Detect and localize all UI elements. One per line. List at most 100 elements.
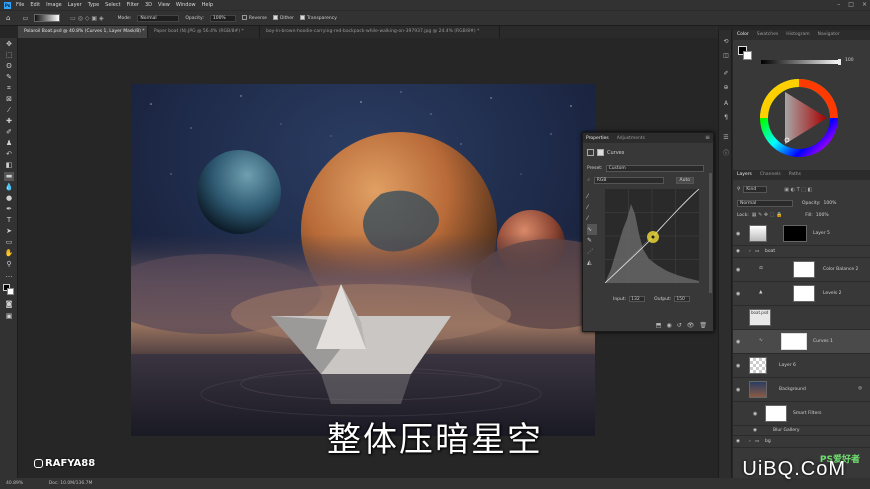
visibility-icon[interactable]: 👁 [687, 322, 695, 329]
gradient-tool-icon[interactable]: ▭ [22, 15, 28, 22]
filter-type-icons[interactable]: ▣ ◐ T ⬚ ◧ [784, 187, 812, 193]
menu-image[interactable]: Image [46, 2, 62, 8]
close-icon[interactable]: × [862, 1, 867, 8]
gradient-tool-icon[interactable]: ▬ [4, 172, 14, 181]
delete-icon[interactable]: 🗑 [699, 322, 707, 329]
menu-select[interactable]: Select [105, 2, 120, 8]
visibility-eye-icon[interactable]: ◉ [736, 339, 740, 345]
dither-checkbox[interactable]: Dither [272, 15, 294, 21]
character-icon[interactable]: A [722, 100, 730, 108]
visibility-eye-icon[interactable]: ◉ [736, 291, 740, 297]
layer-mask-thumbnail[interactable] [783, 225, 807, 242]
crop-tool-icon[interactable]: ⌗ [4, 84, 14, 93]
mode-select[interactable]: Normal [137, 14, 180, 22]
output-field[interactable]: 150 [674, 296, 691, 302]
visibility-eye-icon[interactable]: ◉ [736, 231, 740, 237]
path-select-tool-icon[interactable]: ➤ [4, 227, 14, 236]
layer-row-curves-1[interactable]: ◉ ∿ Curves 1 [733, 330, 870, 354]
blend-mode-select[interactable]: Normal [737, 200, 793, 207]
brush-tool-icon[interactable]: ✐ [4, 128, 14, 137]
eraser-tool-icon[interactable]: ◧ [4, 161, 14, 170]
group-expand-icon[interactable]: › [749, 246, 751, 258]
tab-boy-hoodie[interactable]: boy-in-brown-hoodie-carrying-red-backpac… [260, 26, 500, 38]
menu-filter[interactable]: Filter [127, 2, 139, 8]
healing-tool-icon[interactable]: ✚ [4, 117, 14, 126]
move-tool-icon[interactable]: ✥ [4, 40, 14, 49]
layer-mask-thumbnail[interactable] [793, 261, 815, 278]
layer-row-color-balance-2[interactable]: ◉ ⚖ Color Balance 2 [733, 258, 870, 282]
hand-tool-icon[interactable]: ✋ [4, 249, 14, 258]
panel-scrollbar[interactable] [709, 173, 712, 293]
tab-histogram[interactable]: Histogram [786, 30, 809, 40]
layer-opacity-input[interactable]: 100% [824, 201, 837, 206]
tab-paths[interactable]: Paths [789, 170, 801, 180]
lock-icons[interactable]: ▦ ✎ ✥ ⬚ 🔒 [752, 212, 782, 218]
reverse-checkbox[interactable]: Reverse [241, 15, 267, 21]
auto-button[interactable]: Auto [675, 177, 694, 184]
layer-row-boat-psd[interactable]: boat.psd [733, 306, 870, 330]
clip-to-layer-icon[interactable]: ⬒ [656, 322, 662, 329]
white-point-eyedropper-icon[interactable]: ⁄ [587, 213, 597, 224]
history-icon[interactable]: ⟲ [722, 38, 730, 46]
layer-group-boat[interactable]: ◉ › ▭ boat [733, 246, 870, 258]
color-wheel[interactable] [759, 78, 839, 158]
curves-graph[interactable] [605, 189, 699, 283]
maximize-icon[interactable]: □ [848, 1, 854, 8]
tab-polaroil-boat[interactable]: Polaroil Boat.psd @ 40.8% (Curves 1, Lay… [18, 26, 148, 38]
menu-window[interactable]: Window [176, 2, 196, 8]
dodge-tool-icon[interactable]: ● [4, 194, 14, 203]
marquee-tool-icon[interactable]: ⬚ [4, 51, 14, 60]
preset-select[interactable]: Custom [605, 165, 704, 172]
tab-channels[interactable]: Channels [760, 170, 781, 180]
stamp-tool-icon[interactable]: ♟ [4, 139, 14, 148]
layer-row-layer-6[interactable]: ◉ Layer 6 [733, 354, 870, 378]
brush-settings-icon[interactable]: ✐ [722, 70, 730, 78]
menu-file[interactable]: File [16, 2, 24, 8]
lasso-tool-icon[interactable]: ʘ [4, 62, 14, 71]
black-point-eyedropper-icon[interactable]: ⁄ [587, 191, 597, 202]
pencil-curve-icon[interactable]: ✎ [587, 235, 597, 246]
clone-source-icon[interactable]: ⊕ [722, 84, 730, 92]
menu-layer[interactable]: Layer [68, 2, 82, 8]
menu-3d[interactable]: 3D [145, 2, 152, 8]
view-previous-icon[interactable]: ◉ [666, 322, 671, 329]
brightness-slider-handle[interactable] [838, 59, 841, 65]
frame-tool-icon[interactable]: ⊠ [4, 95, 14, 104]
zoom-tool-icon[interactable]: ⚲ [4, 260, 14, 269]
quick-mask-icon[interactable]: ◙ [4, 300, 14, 309]
fill-input[interactable]: 100% [816, 213, 829, 218]
quick-select-tool-icon[interactable]: ✎ [4, 73, 14, 82]
pen-tool-icon[interactable]: ✒ [4, 205, 14, 214]
kind-select[interactable]: Kind [743, 186, 768, 193]
menu-edit[interactable]: Edit [30, 2, 40, 8]
blur-tool-icon[interactable]: 💧 [4, 183, 14, 192]
properties-icon[interactable]: ☰ [722, 134, 730, 142]
shape-tool-icon[interactable]: ▭ [4, 238, 14, 247]
gradient-type-icons[interactable]: ▭ ◎ ◇ ▣ ◈ [70, 15, 103, 22]
layer-row-layer-5[interactable]: ◉ Layer 5 [733, 222, 870, 246]
more-tools-icon[interactable]: … [4, 271, 14, 280]
tab-paper-boat[interactable]: Paper boat (N).JPG @ 56.4% (RGB/8#) * [148, 26, 260, 38]
tab-properties[interactable]: Properties [586, 136, 609, 141]
layer-row-background[interactable]: ◉ Background ◎ [733, 378, 870, 402]
layer-row-levels-2[interactable]: ◉ ▲ Levels 2 [733, 282, 870, 306]
visibility-eye-icon[interactable]: ◉ [736, 363, 740, 369]
screen-mode-icon[interactable]: ▣ [4, 312, 14, 321]
paragraph-icon[interactable]: ¶ [722, 114, 730, 122]
eyedropper-tool-icon[interactable]: ⁄ [4, 106, 14, 115]
clipping-warning-icon[interactable]: ◭ [587, 257, 597, 268]
minimize-icon[interactable]: – [837, 1, 840, 8]
info-icon[interactable]: ⓘ [722, 150, 730, 158]
home-icon[interactable]: ⌂ [6, 14, 10, 22]
smooth-curve-icon[interactable]: ⋰ [587, 246, 597, 257]
history-brush-tool-icon[interactable]: ↶ [4, 150, 14, 159]
layer-mask-thumbnail[interactable] [781, 333, 807, 350]
layer-comps-icon[interactable]: ◫ [722, 52, 730, 60]
gradient-preview[interactable] [34, 14, 61, 22]
menu-view[interactable]: View [158, 2, 170, 8]
tab-color[interactable]: Color [737, 30, 749, 40]
bg-color-chip[interactable] [743, 51, 752, 60]
layer-mask-thumbnail[interactable] [793, 285, 815, 302]
visibility-eye-icon[interactable]: ◉ [736, 246, 740, 258]
visibility-eye-icon[interactable]: ◉ [736, 387, 740, 393]
